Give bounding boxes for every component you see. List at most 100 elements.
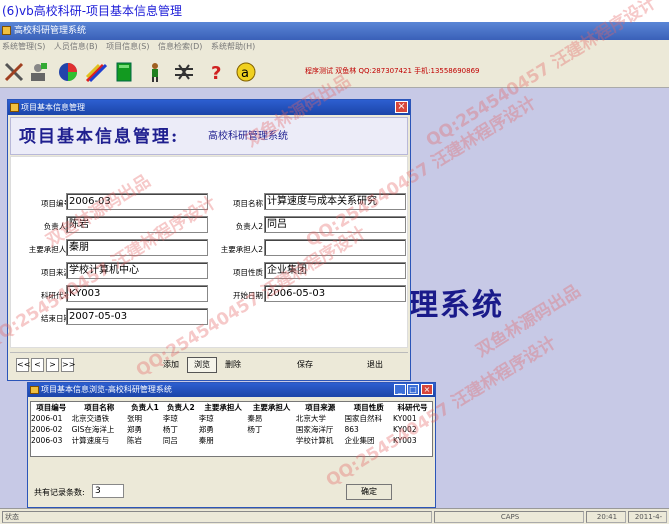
main-person1-field[interactable]: 秦朋 bbox=[66, 239, 208, 256]
project-dialog-title: 项目基本信息管理 bbox=[21, 103, 85, 112]
table-cell: 杨丁 bbox=[162, 425, 178, 434]
table-row[interactable]: 2006-01 北京交通铁 张明 李琼 李琼 秦昂 北京大学 国家自然科 KY0… bbox=[31, 413, 432, 424]
table-cell: 秦朋 bbox=[198, 436, 214, 445]
table-row[interactable]: 2006-02 GIS在海洋上 郑勇 杨丁 郑勇 杨丁 国家海洋厅 863 KY… bbox=[31, 424, 432, 435]
project-form: 项目编号 2006-03 项目名称 计算速度与成本关系研究 负责人1 陈岩 负责… bbox=[10, 156, 408, 348]
first-record-button[interactable]: << bbox=[16, 358, 30, 372]
menu-system[interactable]: 系统管理(S) bbox=[2, 42, 45, 51]
browse-dialog-title-bar: 项目基本信息浏览-高校科研管理系统 _ □ × bbox=[28, 383, 435, 397]
start-date-label: 开始日期 bbox=[233, 291, 263, 300]
column-header[interactable]: 项目来源 bbox=[296, 402, 345, 413]
source-label: 项目来源 bbox=[41, 268, 71, 277]
add-button[interactable]: 添加 bbox=[158, 357, 184, 373]
records-table: 项目编号 项目名称 负责人1 负责人2 主要承担人 主要承担人 项目来源 项目性… bbox=[31, 402, 432, 446]
project-info-dialog: 项目基本信息管理 × 项目基本信息管理: 高校科研管理系统 项目编号 2006-… bbox=[7, 99, 411, 381]
project-name-field[interactable]: 计算速度与成本关系研究 bbox=[264, 193, 406, 210]
form-heading: 项目基本信息管理: bbox=[19, 127, 180, 147]
status-caps: CAPS bbox=[434, 511, 584, 523]
menu-help[interactable]: 系统帮助(H) bbox=[211, 42, 255, 51]
table-cell: 2006-03 bbox=[31, 436, 63, 445]
svg-text:a: a bbox=[241, 66, 249, 81]
close-icon[interactable]: × bbox=[421, 384, 433, 395]
status-date: 2011-4-21 bbox=[628, 511, 667, 524]
status-bar: 状态 CAPS 20:41 2011-4-21 bbox=[0, 508, 669, 524]
last-record-button[interactable]: >> bbox=[61, 358, 75, 372]
code-field[interactable]: KY003 bbox=[66, 285, 208, 302]
svg-text:?: ? bbox=[211, 63, 221, 83]
column-header[interactable]: 项目名称 bbox=[72, 402, 127, 413]
table-row[interactable]: 2006-03 计算速度与 陈岩 同吕 秦朋 学校计算机 企业集团 KY003 bbox=[31, 435, 432, 446]
column-header[interactable]: 负责人2 bbox=[163, 402, 199, 413]
owner1-field[interactable]: 陈岩 bbox=[66, 216, 208, 233]
next-record-button[interactable]: > bbox=[46, 358, 59, 372]
column-header[interactable]: 负责人1 bbox=[127, 402, 163, 413]
owner2-field[interactable]: 同吕 bbox=[264, 216, 406, 233]
table-cell: 郑勇 bbox=[127, 425, 143, 434]
records-grid[interactable]: 项目编号 项目名称 负责人1 负责人2 主要承担人 主要承担人 项目来源 项目性… bbox=[30, 401, 433, 457]
record-count-field[interactable]: 3 bbox=[92, 484, 124, 498]
status-time: 20:41 bbox=[586, 511, 626, 523]
prev-record-button[interactable]: < bbox=[31, 358, 44, 372]
delete-button[interactable]: 删除 bbox=[220, 357, 246, 373]
column-header[interactable]: 主要承担人 bbox=[247, 402, 296, 413]
source-field[interactable]: 学校计算机中心 bbox=[66, 262, 208, 279]
nature-label: 项目性质 bbox=[233, 268, 263, 277]
start-date-field[interactable]: 2006-05-03 bbox=[264, 285, 406, 302]
table-cell: 张明 bbox=[127, 414, 143, 423]
ok-button[interactable]: 确定 bbox=[346, 484, 392, 500]
table-cell: 国家自然科 bbox=[344, 414, 382, 423]
table-cell: 杨丁 bbox=[247, 425, 263, 434]
table-cell: 北京交通铁 bbox=[71, 414, 110, 423]
menu-personnel[interactable]: 人员信息(B) bbox=[54, 42, 98, 51]
chart-icon[interactable] bbox=[56, 60, 78, 82]
end-date-label: 结束日期 bbox=[41, 314, 71, 323]
tools-icon[interactable] bbox=[2, 60, 24, 82]
column-header[interactable]: 项目性质 bbox=[344, 402, 393, 413]
table-cell: 计算速度与 bbox=[71, 436, 110, 445]
main-person1-label: 主要承担人1 bbox=[28, 245, 71, 254]
browse-dialog-title: 项目基本信息浏览-高校科研管理系统 bbox=[41, 385, 172, 394]
end-date-field[interactable]: 2007-05-03 bbox=[66, 308, 208, 325]
main-person2-field[interactable] bbox=[264, 239, 406, 256]
table-cell: 2006-02 bbox=[31, 425, 63, 434]
help-icon[interactable]: ? bbox=[205, 60, 227, 84]
table-cell: 企业集团 bbox=[344, 436, 375, 445]
project-no-label: 项目编号 bbox=[41, 199, 71, 208]
table-header-row: 项目编号 项目名称 负责人1 负责人2 主要承担人 主要承担人 项目来源 项目性… bbox=[31, 402, 432, 413]
menu-bar: 系统管理(S) 人员信息(B) 项目信息(S) 信息检索(D) 系统帮助(H) bbox=[0, 40, 669, 54]
author-info: 程序测试 双鱼林 QQ:287307421 手机:13558690869 bbox=[305, 67, 480, 75]
column-header[interactable]: 项目编号 bbox=[31, 402, 72, 413]
nature-field[interactable]: 企业集团 bbox=[264, 262, 406, 279]
book-icon[interactable] bbox=[112, 60, 134, 82]
app-icon bbox=[2, 26, 11, 35]
dialog-icon bbox=[10, 103, 19, 112]
minimize-icon[interactable]: _ bbox=[394, 384, 406, 395]
menu-search[interactable]: 信息检索(D) bbox=[158, 42, 202, 51]
table-cell: GIS在海洋上 bbox=[71, 425, 115, 434]
menu-project[interactable]: 项目信息(S) bbox=[106, 42, 149, 51]
close-icon[interactable]: × bbox=[395, 101, 408, 113]
maximize-icon[interactable]: □ bbox=[407, 384, 419, 395]
table-cell: 北京大学 bbox=[295, 414, 326, 423]
project-dialog-title-bar: 项目基本信息管理 × bbox=[8, 100, 410, 115]
record-count-label: 共有记录条数: bbox=[34, 488, 85, 497]
pencils-icon[interactable] bbox=[84, 60, 108, 83]
table-cell: 郑勇 bbox=[198, 425, 214, 434]
network-icon[interactable] bbox=[172, 60, 194, 82]
user-settings-icon[interactable] bbox=[26, 60, 48, 82]
table-cell: KY002 bbox=[393, 425, 417, 434]
table-cell: 863 bbox=[344, 425, 359, 434]
person-icon[interactable] bbox=[143, 60, 165, 82]
browse-button[interactable]: 浏览 bbox=[187, 357, 217, 373]
project-no-field[interactable]: 2006-03 bbox=[66, 193, 208, 210]
table-cell: 学校计算机 bbox=[295, 436, 334, 445]
owner1-label: 负责人1 bbox=[43, 222, 71, 231]
save-button[interactable]: 保存 bbox=[290, 357, 320, 373]
a-icon[interactable]: a bbox=[234, 60, 256, 82]
table-cell: 秦昂 bbox=[247, 414, 263, 423]
exit-button[interactable]: 退出 bbox=[358, 357, 392, 373]
column-header[interactable]: 主要承担人 bbox=[199, 402, 248, 413]
column-header[interactable]: 科研代号 bbox=[393, 402, 432, 413]
table-cell: 李琼 bbox=[162, 414, 178, 423]
table-cell: KY003 bbox=[393, 436, 417, 445]
